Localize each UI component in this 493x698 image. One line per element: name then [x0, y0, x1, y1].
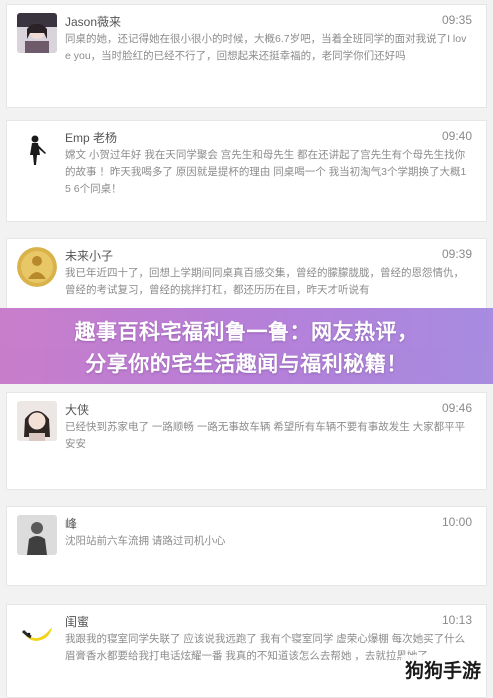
post-author[interactable]: 闺蜜	[65, 613, 89, 630]
post-time: 10:00	[441, 515, 472, 529]
post-text: 沈阳站前六车流拥 请路过司机小心	[65, 535, 226, 547]
post-text: 我已年近四十了，回想上学期间同桌真百感交集，曾经的朦朦胧胧，曾经的恩怨情仇，曾经…	[65, 267, 464, 296]
site-watermark: 狗狗手游	[400, 655, 485, 684]
post-author[interactable]: Jason薇来	[65, 13, 121, 30]
girl-photo-avatar[interactable]	[17, 13, 57, 53]
post-text: 嫦文 小贺过年好 我在天同学聚会 宫先生和母先生 都在还讲起了宫先生有个母先生找…	[65, 149, 467, 195]
post-time: 09:46	[441, 401, 472, 415]
headline-banner: 趣事百科宅福利鲁一鲁：网友热评， 分享你的宅生活趣闻与福利秘籍！	[0, 308, 493, 384]
list-item[interactable]: Emp 老杨 09:40 嫦文 小贺过年好 我在天同学聚会 宫先生和母先生 都在…	[6, 120, 487, 222]
post-author[interactable]: 峰	[65, 515, 77, 532]
list-item[interactable]: 大侠 09:46 已经快到苏家电了 一路顺畅 一路无事故车辆 希望所有车辆不要有…	[6, 392, 487, 490]
headline-line-2: 分享你的宅生活趣闻与福利秘籍！	[85, 353, 408, 376]
post-text: 已经快到苏家电了 一路顺畅 一路无事故车辆 希望所有车辆不要有事故发生 大家都平…	[65, 421, 466, 450]
list-item[interactable]: 峰 10:00 沈阳站前六车流拥 请路过司机小心	[6, 506, 487, 586]
post-author[interactable]: Emp 老杨	[65, 129, 117, 146]
post-time: 09:39	[441, 247, 472, 261]
post-text: 同桌的她，还记得她在很小很小的时候，大概6.7岁吧，当着全班同学的面对我说了I …	[65, 33, 467, 62]
post-author[interactable]: 大侠	[65, 401, 89, 418]
post-time: 10:13	[441, 613, 472, 627]
woman-photo-avatar[interactable]	[17, 401, 57, 441]
list-item[interactable]: Jason薇来 09:35 同桌的她，还记得她在很小很小的时候，大概6.7岁吧，…	[6, 4, 487, 108]
man-photo-avatar[interactable]	[17, 515, 57, 555]
headline-line-1: 趣事百科宅福利鲁一鲁：网友热评，	[74, 321, 419, 344]
silhouette-avatar[interactable]	[17, 129, 57, 169]
post-time: 09:40	[441, 129, 472, 143]
post-time: 09:35	[441, 13, 472, 27]
post-author[interactable]: 未来小子	[65, 247, 113, 264]
banana-avatar[interactable]	[17, 613, 57, 653]
golden-buddha-avatar[interactable]	[17, 247, 57, 287]
